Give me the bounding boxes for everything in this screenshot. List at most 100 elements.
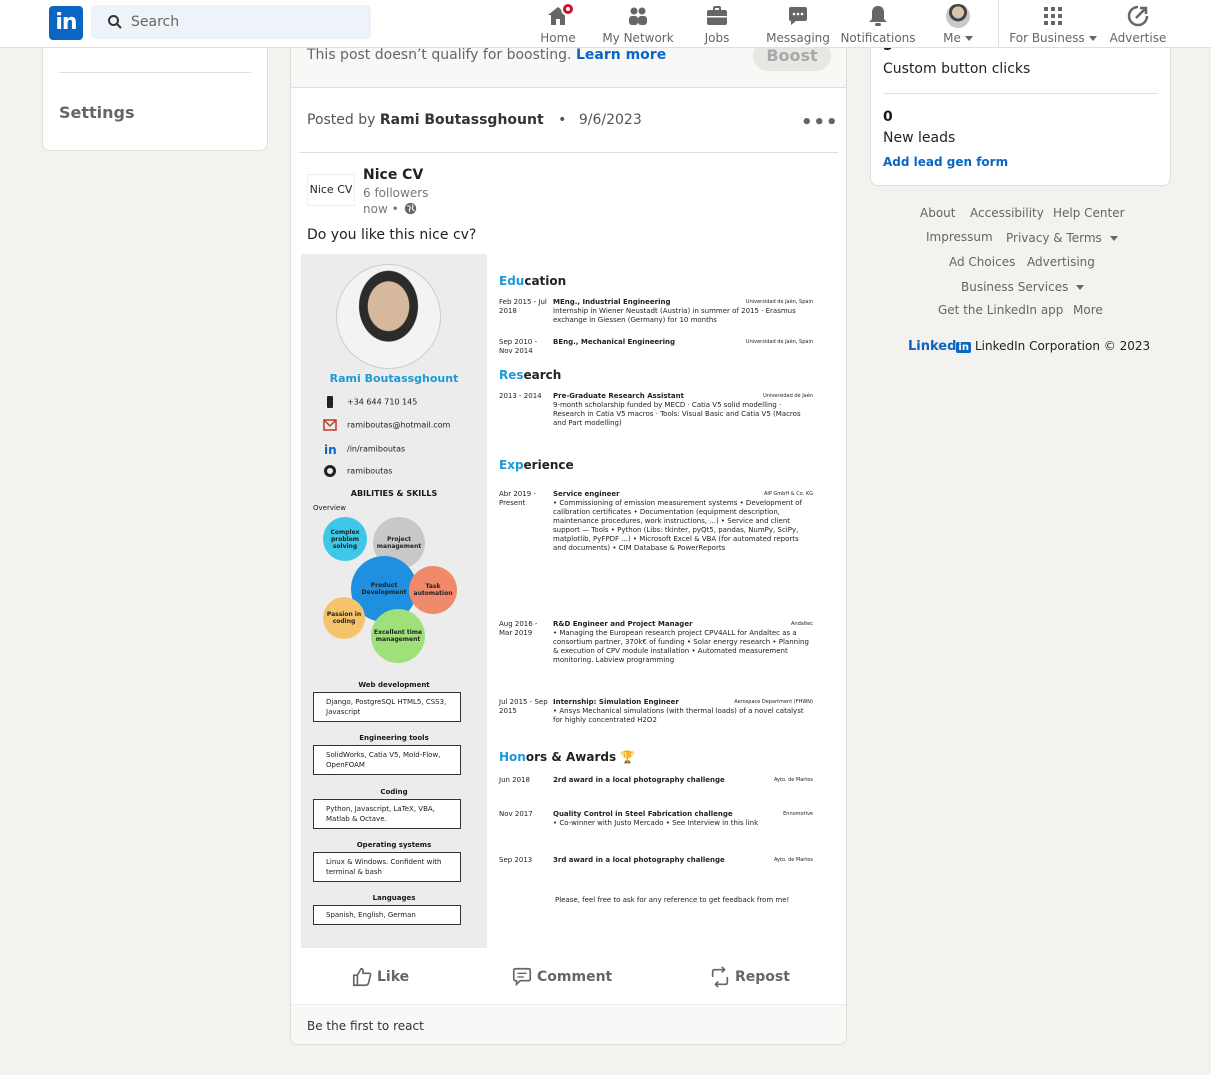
people-icon: [629, 7, 647, 25]
cv-section-experience: Experience: [499, 458, 574, 472]
thumbs-up-icon: [352, 967, 372, 987]
cv-skill-title: Coding: [380, 788, 408, 796]
briefcase-icon: [707, 6, 727, 25]
cv-image[interactable]: Rami Boutassghount +34 644 710 145 ramib…: [301, 254, 828, 948]
footer-link-privacy-terms[interactable]: Privacy & Terms: [1006, 231, 1118, 245]
reactions-text: Be the first to react: [307, 1019, 424, 1033]
nav-for-business[interactable]: For Business: [1008, 2, 1098, 46]
nav-advertise-label: Advertise: [1109, 31, 1167, 45]
cv-section-education: Education: [499, 274, 567, 288]
nav-home[interactable]: Home: [535, 2, 581, 46]
post-text: Do you like this nice cv?: [307, 227, 477, 243]
posted-prefix: Posted by: [307, 112, 376, 128]
post-author-link[interactable]: Rami Boutassghount: [380, 112, 544, 128]
skill-bubble: Complex problem solving: [323, 517, 367, 561]
cv-section-research: Research: [499, 368, 562, 382]
cv-footer-note: Please, feel free to ask for any referen…: [555, 896, 790, 904]
grid-icon: [1044, 7, 1062, 25]
cv-skill-title: Languages: [372, 894, 416, 902]
trophy-icon: 🏆: [620, 750, 636, 764]
divider: [299, 152, 838, 153]
cv-entry: Abr 2019 - Present Service engineer • Com…: [499, 490, 813, 552]
search-placeholder: Search: [131, 14, 180, 30]
footer-link-advertising[interactable]: Advertising: [1027, 255, 1095, 269]
footer-link-ad-choices[interactable]: Ad Choices: [949, 255, 1015, 269]
nav-for-business-label: For Business: [1008, 31, 1098, 45]
cv-skill-title: Web development: [358, 681, 430, 689]
nav-my-network-label: My Network: [602, 31, 674, 45]
cv-linkedin: in/in/ramiboutas: [324, 443, 406, 455]
nav-divider: [998, 0, 999, 48]
skill-bubble: Task automation: [409, 566, 457, 614]
nav-messaging-label: Messaging: [766, 31, 830, 45]
nav-advertise[interactable]: Advertise: [1108, 2, 1168, 46]
linkedin-logo-icon: in: [956, 342, 971, 353]
comment-button[interactable]: Comment: [511, 966, 612, 988]
cv-entry: Sep 2010 - Nov 2014 BEng., Mechanical En…: [499, 338, 813, 355]
skill-bubble: Passion in coding: [323, 597, 365, 639]
chevron-down-icon: [1088, 36, 1097, 41]
separator: •: [558, 112, 567, 128]
settings-link[interactable]: Settings: [59, 103, 135, 122]
footer-link-more[interactable]: More: [1073, 303, 1103, 317]
top-nav: in Search Home My Network Jobs Messaging…: [0, 0, 1211, 48]
boost-message: This post doesn’t qualify for boosting. …: [307, 47, 666, 63]
nav-notifications-label: Notifications: [840, 31, 916, 45]
cv-skill-box: Spanish, English, German: [313, 905, 461, 925]
copyright: LinkedIn Corporation © 2023: [974, 339, 1151, 353]
cv-skill-box: Django, PostgreSQL HTML5, CSS3, Javascri…: [313, 692, 461, 722]
cv-overview: Overview: [313, 504, 346, 512]
cv-skill-box: Linux & Windows. Confident with terminal…: [313, 852, 461, 882]
chevron-down-icon: [1076, 285, 1085, 290]
cv-entry: Jul 2015 - Sep 2015 Internship: Simulati…: [499, 698, 813, 724]
mail-icon: [323, 419, 337, 431]
new-leads-label: New leads: [883, 130, 956, 146]
globe-icon: [405, 202, 417, 215]
linkedin-wordmark: Linked: [908, 339, 957, 354]
footer-link-accessibility[interactable]: Accessibility: [970, 206, 1044, 220]
advertise-icon: [1127, 5, 1149, 27]
search-input[interactable]: Search: [91, 5, 371, 39]
footer-link-impressum[interactable]: Impressum: [926, 230, 993, 244]
nav-messaging[interactable]: Messaging: [764, 2, 832, 46]
nav-home-label: Home: [540, 31, 576, 45]
learn-more-link[interactable]: Learn more: [576, 47, 666, 63]
post-date: 9/6/2023: [578, 112, 642, 128]
nav-notifications[interactable]: Notifications: [840, 2, 916, 46]
post-card: This post doesn’t qualify for boosting. …: [290, 0, 847, 1045]
search-icon: [108, 15, 122, 29]
github-icon: [324, 465, 336, 477]
chevron-down-icon: [1109, 236, 1118, 241]
avatar: [946, 4, 970, 28]
comment-icon: [512, 967, 532, 987]
footer-link-about[interactable]: About: [920, 206, 955, 220]
footer-link-get-app[interactable]: Get the LinkedIn app: [938, 303, 1063, 317]
post-time: now •: [363, 202, 417, 216]
repost-button[interactable]: Repost: [709, 966, 790, 988]
footer-link-business-services[interactable]: Business Services: [961, 280, 1085, 294]
cv-entry: 2013 - 2014 Pre-Graduate Research Assist…: [499, 392, 813, 427]
post-actions: Like Comment Repost: [291, 956, 846, 996]
add-lead-gen-form-link[interactable]: Add lead gen form: [883, 155, 1008, 169]
bell-icon: [869, 6, 887, 26]
like-button[interactable]: Like: [351, 966, 409, 988]
company-name[interactable]: Nice CV: [363, 167, 423, 183]
company-logo[interactable]: Nice CV: [307, 174, 355, 206]
cv-skill-box: Python, Javascript, LaTeX, VBA, Matlab &…: [313, 799, 461, 829]
nav-my-network[interactable]: My Network: [600, 2, 676, 46]
cv-name: Rami Boutassghount: [329, 372, 459, 385]
linkedin-logo[interactable]: in: [49, 6, 83, 40]
cv-skill-title: Engineering tools: [359, 734, 429, 742]
nav-jobs-label: Jobs: [704, 31, 730, 45]
divider: [883, 93, 1158, 94]
more-options-button[interactable]: •••: [801, 112, 839, 133]
nav-me-label: Me: [936, 31, 980, 45]
skill-bubble: Excellent time management: [371, 609, 425, 663]
footer-link-help-center[interactable]: Help Center: [1053, 206, 1125, 220]
cv-section-honors: Honors & Awards 🏆: [499, 750, 636, 764]
nav-me[interactable]: Me: [936, 2, 980, 46]
divider: [59, 72, 251, 73]
cv-abilities-title: ABILITIES & SKILLS: [350, 489, 438, 498]
nav-jobs[interactable]: Jobs: [696, 2, 738, 46]
reactions-bar: Be the first to react: [291, 1004, 846, 1044]
